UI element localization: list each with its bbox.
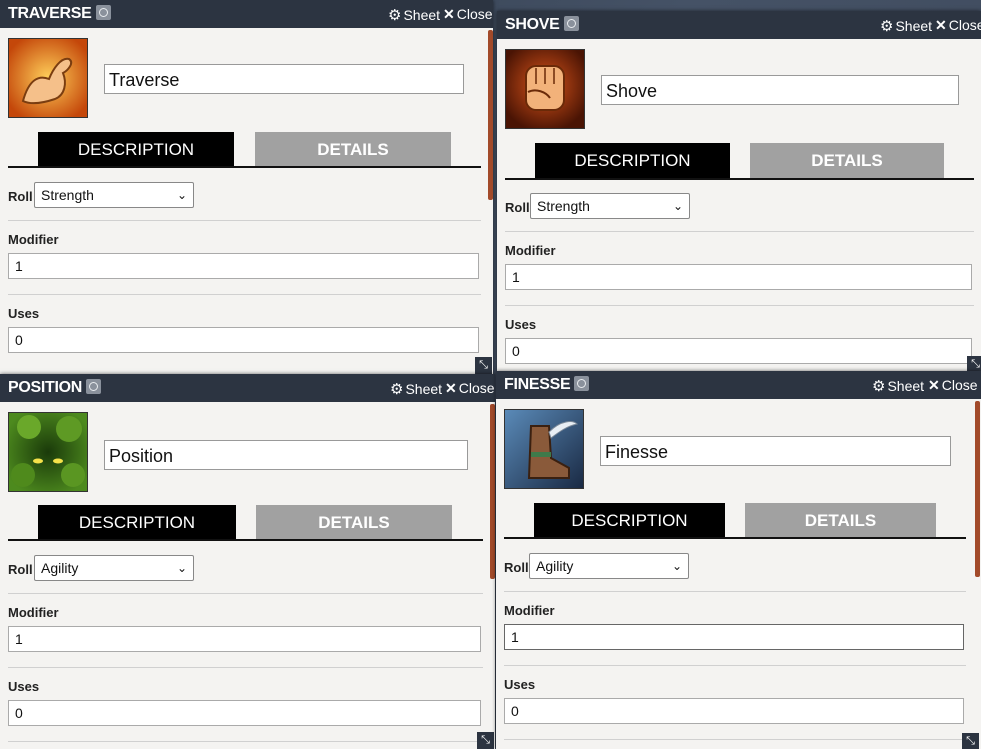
tab-details[interactable]: DETAILS bbox=[255, 132, 451, 168]
popout-icon[interactable] bbox=[86, 379, 102, 394]
tab-underline bbox=[504, 537, 966, 539]
modifier-input[interactable]: 1 bbox=[8, 253, 479, 279]
window-title: FINESSE bbox=[504, 376, 590, 394]
modifier-input[interactable]: 1 bbox=[8, 626, 481, 652]
name-input[interactable]: Shove bbox=[601, 75, 959, 105]
modifier-label: Modifier bbox=[505, 243, 556, 258]
close-button[interactable]: ✕ Close bbox=[935, 17, 981, 34]
uses-input[interactable]: 0 bbox=[8, 327, 479, 353]
scrollbar[interactable] bbox=[488, 30, 493, 200]
sheet-button[interactable]: ⚙ Sheet bbox=[388, 6, 440, 24]
divider bbox=[504, 739, 966, 740]
popout-icon[interactable] bbox=[95, 5, 111, 20]
uses-label: Uses bbox=[8, 306, 40, 321]
scrollbar[interactable] bbox=[490, 404, 495, 579]
uses-input[interactable]: 0 bbox=[8, 700, 481, 726]
ability-window-finesse: FINESSE ⚙ Sheet ✕ Close Finesse DESCRIPTIO… bbox=[496, 371, 981, 749]
roll-select[interactable]: Strength ⌄ bbox=[34, 182, 194, 208]
scrollbar[interactable] bbox=[975, 401, 980, 577]
uses-input[interactable]: 0 bbox=[505, 338, 972, 364]
divider bbox=[505, 305, 974, 306]
divider bbox=[504, 665, 966, 666]
ability-window-position: POSITION ⚙ Sheet ✕ Close Position DESCRIPT… bbox=[0, 374, 495, 749]
gear-icon: ⚙ bbox=[872, 378, 886, 395]
tab-description[interactable]: DESCRIPTION bbox=[38, 132, 234, 168]
divider bbox=[504, 591, 966, 592]
uses-label: Uses bbox=[504, 677, 536, 692]
divider bbox=[8, 294, 481, 295]
window-title: SHOVE bbox=[505, 16, 579, 34]
roll-select[interactable]: Agility ⌄ bbox=[529, 553, 689, 579]
chevron-down-icon: ⌄ bbox=[176, 188, 187, 202]
gear-icon: ⚙ bbox=[390, 381, 404, 398]
modifier-label: Modifier bbox=[504, 603, 555, 618]
gear-icon: ⚙ bbox=[880, 18, 894, 35]
roll-label: Roll bbox=[8, 189, 33, 204]
sheet-button[interactable]: ⚙ Sheet bbox=[390, 380, 442, 398]
close-icon: ✕ bbox=[443, 6, 455, 22]
avatar-flexed-arm-icon[interactable] bbox=[8, 38, 88, 118]
ability-window-traverse: TRAVERSE ⚙ Sheet ✕ Close Traverse DESCRIPT… bbox=[0, 0, 493, 374]
gear-icon: ⚙ bbox=[388, 7, 402, 24]
modifier-label: Modifier bbox=[8, 232, 59, 247]
roll-select[interactable]: Strength ⌄ bbox=[530, 193, 690, 219]
name-input[interactable]: Position bbox=[104, 440, 468, 470]
window-title: POSITION bbox=[8, 379, 102, 397]
close-icon: ✕ bbox=[445, 380, 457, 396]
roll-label: Roll bbox=[504, 560, 529, 575]
close-button[interactable]: ✕ Close bbox=[928, 377, 978, 394]
divider bbox=[8, 220, 481, 221]
uses-label: Uses bbox=[505, 317, 537, 332]
tab-description[interactable]: DESCRIPTION bbox=[535, 143, 730, 179]
divider bbox=[8, 593, 483, 594]
window-titlebar[interactable]: POSITION ⚙ Sheet ✕ Close bbox=[0, 374, 495, 402]
window-title: TRAVERSE bbox=[8, 5, 111, 23]
roll-label: Roll bbox=[505, 200, 530, 215]
avatar-fist-icon[interactable] bbox=[505, 49, 585, 129]
popout-icon[interactable] bbox=[563, 16, 579, 31]
tab-details[interactable]: DETAILS bbox=[256, 505, 452, 541]
window-titlebar[interactable]: SHOVE ⚙ Sheet ✕ Close bbox=[497, 11, 981, 39]
tab-underline bbox=[8, 539, 483, 541]
uses-label: Uses bbox=[8, 679, 40, 694]
close-button[interactable]: ✕ Close bbox=[443, 6, 493, 23]
window-titlebar[interactable]: TRAVERSE ⚙ Sheet ✕ Close bbox=[0, 0, 493, 28]
tab-underline bbox=[505, 178, 974, 180]
tab-underline bbox=[8, 166, 481, 168]
name-input[interactable]: Traverse bbox=[104, 64, 464, 94]
divider bbox=[8, 667, 483, 668]
close-button[interactable]: ✕ Close bbox=[445, 380, 495, 397]
resize-handle-icon[interactable]: ⤡ bbox=[962, 733, 979, 749]
uses-input[interactable]: 0 bbox=[504, 698, 964, 724]
avatar-glowing-eyes-in-bush-icon[interactable] bbox=[8, 412, 88, 492]
tab-description[interactable]: DESCRIPTION bbox=[38, 505, 236, 541]
sheet-button[interactable]: ⚙ Sheet bbox=[872, 377, 924, 395]
resize-handle-icon[interactable]: ⤡ bbox=[477, 732, 494, 749]
roll-select[interactable]: Agility ⌄ bbox=[34, 555, 194, 581]
roll-label: Roll bbox=[8, 562, 33, 577]
tab-details[interactable]: DETAILS bbox=[745, 503, 936, 539]
modifier-input[interactable]: 1 bbox=[505, 264, 972, 290]
divider bbox=[505, 231, 974, 232]
resize-handle-icon[interactable]: ⤡ bbox=[967, 356, 981, 371]
chevron-down-icon: ⌄ bbox=[176, 561, 187, 575]
chevron-down-icon: ⌄ bbox=[671, 559, 682, 573]
name-input[interactable]: Finesse bbox=[600, 436, 951, 466]
close-icon: ✕ bbox=[935, 17, 947, 33]
chevron-down-icon: ⌄ bbox=[672, 199, 683, 213]
avatar-winged-boot-icon[interactable] bbox=[504, 409, 584, 489]
sheet-button[interactable]: ⚙ Sheet bbox=[880, 17, 932, 35]
tab-details[interactable]: DETAILS bbox=[750, 143, 944, 179]
modifier-label: Modifier bbox=[8, 605, 59, 620]
window-titlebar[interactable]: FINESSE ⚙ Sheet ✕ Close bbox=[496, 371, 981, 399]
divider bbox=[8, 741, 483, 742]
popout-icon[interactable] bbox=[574, 376, 590, 391]
resize-handle-icon[interactable]: ⤡ bbox=[475, 357, 492, 374]
tab-description[interactable]: DESCRIPTION bbox=[534, 503, 725, 539]
ability-window-shove: SHOVE ⚙ Sheet ✕ Close Shove DESCRIPTION DE… bbox=[497, 11, 981, 371]
close-icon: ✕ bbox=[928, 377, 940, 393]
modifier-input[interactable]: 1 bbox=[504, 624, 964, 650]
